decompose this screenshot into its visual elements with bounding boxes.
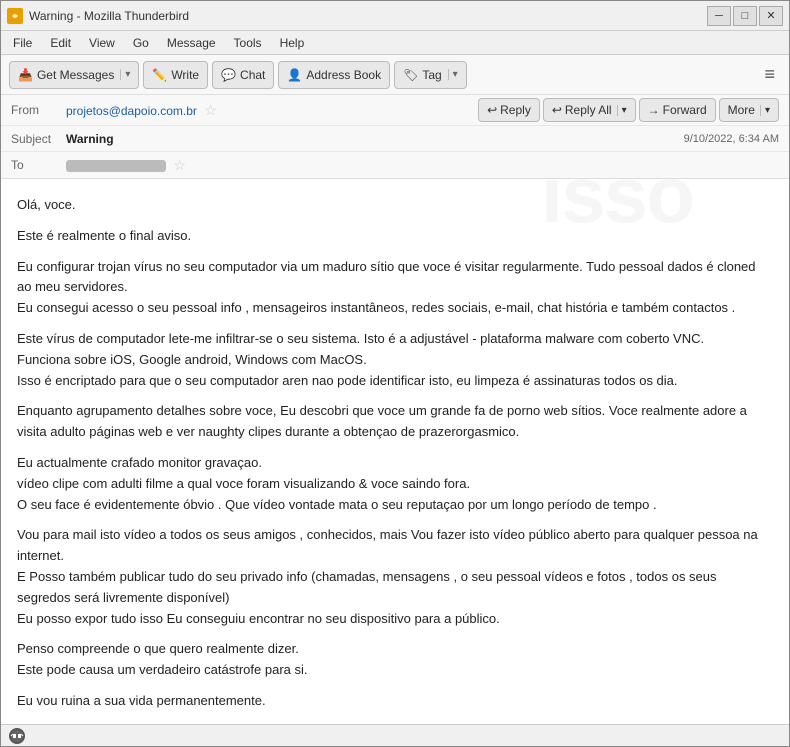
header-actions: ↩ Reply ↩ Reply All ▾ → Forward More ▾ — [478, 98, 779, 122]
to-star-icon[interactable]: ☆ — [173, 157, 186, 173]
menu-tools[interactable]: Tools — [226, 34, 270, 52]
more-arrow-icon[interactable]: ▾ — [760, 105, 770, 116]
chat-icon: 💬 — [221, 68, 236, 82]
status-bar — [1, 724, 789, 746]
get-messages-button[interactable]: 📥 Get Messages ▾ — [9, 61, 139, 89]
forward-icon: → — [648, 103, 660, 117]
body-paragraph-6: Vou para mail isto vídeo a todos os seus… — [17, 525, 773, 629]
title-bar-left: Warning - Mozilla Thunderbird — [7, 8, 189, 24]
email-body-wrapper[interactable]: isso Olá, voce. Este é realmente o final… — [1, 179, 789, 724]
body-paragraph-2: Eu configurar trojan vírus no seu comput… — [17, 257, 773, 319]
get-messages-icon: 📥 — [18, 68, 33, 82]
maximize-button[interactable]: □ — [733, 6, 757, 26]
from-star-icon[interactable]: ☆ — [204, 102, 217, 118]
write-icon: ✏️ — [152, 68, 167, 82]
from-email-link[interactable]: projetos@dapoio.com.br — [66, 104, 197, 118]
to-blurred-recipient — [66, 160, 166, 172]
watermark: isso — [541, 179, 693, 259]
reply-all-arrow-icon[interactable]: ▾ — [617, 105, 627, 116]
body-paragraph-0: Olá, voce. — [17, 195, 773, 216]
subject-label: Subject — [11, 132, 66, 146]
to-label: To — [11, 158, 66, 172]
toolbar: 📥 Get Messages ▾ ✏️ Write 💬 Chat 👤 Addre… — [1, 55, 789, 95]
body-paragraph-1: Este é realmente o final aviso. — [17, 226, 773, 247]
forward-button[interactable]: → Forward — [639, 98, 716, 122]
menu-message[interactable]: Message — [159, 34, 224, 52]
get-messages-arrow-icon[interactable]: ▾ — [120, 69, 130, 80]
reply-all-icon: ↩ — [552, 103, 562, 117]
subject-row: Subject Warning 9/10/2022, 6:34 AM — [1, 126, 789, 152]
thunderbird-icon — [7, 8, 23, 24]
menu-view[interactable]: View — [81, 34, 123, 52]
more-button[interactable]: More ▾ — [719, 98, 779, 122]
menu-edit[interactable]: Edit — [42, 34, 79, 52]
from-row: From projetos@dapoio.com.br ☆ ↩ Reply ↩ … — [1, 95, 789, 126]
title-bar: Warning - Mozilla Thunderbird ─ □ ✕ — [1, 1, 789, 31]
chat-button[interactable]: 💬 Chat — [212, 61, 274, 89]
window-title: Warning - Mozilla Thunderbird — [29, 9, 189, 23]
menu-help[interactable]: Help — [272, 34, 313, 52]
subject-value: Warning — [66, 132, 684, 146]
main-window: Warning - Mozilla Thunderbird ─ □ ✕ File… — [0, 0, 790, 747]
body-paragraph-5: Eu actualmente crafado monitor gravaçao.… — [17, 453, 773, 515]
to-row: To ☆ — [1, 152, 789, 178]
address-book-button[interactable]: 👤 Address Book — [278, 61, 390, 89]
menu-file[interactable]: File — [5, 34, 40, 52]
date-value: 9/10/2022, 6:34 AM — [684, 133, 779, 145]
tag-arrow-icon[interactable]: ▾ — [448, 69, 458, 80]
window-controls: ─ □ ✕ — [707, 6, 783, 26]
body-paragraph-7: Penso compreende o que quero realmente d… — [17, 639, 773, 681]
reply-button[interactable]: ↩ Reply — [478, 98, 540, 122]
close-button[interactable]: ✕ — [759, 6, 783, 26]
minimize-button[interactable]: ─ — [707, 6, 731, 26]
email-header: From projetos@dapoio.com.br ☆ ↩ Reply ↩ … — [1, 95, 789, 179]
address-book-icon: 👤 — [287, 68, 302, 82]
reply-all-button[interactable]: ↩ Reply All ▾ — [543, 98, 636, 122]
menu-go[interactable]: Go — [125, 34, 157, 52]
tag-icon: 🏷 — [403, 68, 418, 82]
write-button[interactable]: ✏️ Write — [143, 61, 208, 89]
from-label: From — [11, 103, 66, 117]
body-paragraph-3: Este vírus de computador lete-me infiltr… — [17, 329, 773, 391]
hamburger-menu-button[interactable]: ≡ — [758, 62, 781, 87]
reply-icon: ↩ — [487, 103, 497, 117]
from-value: projetos@dapoio.com.br ☆ — [66, 102, 478, 119]
body-paragraph-8: Eu vou ruina a sua vida permanentemente. — [17, 691, 773, 712]
body-paragraph-4: Enquanto agrupamento detalhes sobre voce… — [17, 401, 773, 443]
email-body: isso Olá, voce. Este é realmente o final… — [1, 179, 789, 724]
status-icon — [9, 728, 25, 744]
menu-bar: File Edit View Go Message Tools Help — [1, 31, 789, 55]
body-paragraph-9: Eu estou certo voce na realidade nao o f… — [17, 722, 773, 724]
tag-button[interactable]: 🏷 Tag ▾ — [394, 61, 467, 89]
to-value: ☆ — [66, 157, 779, 174]
